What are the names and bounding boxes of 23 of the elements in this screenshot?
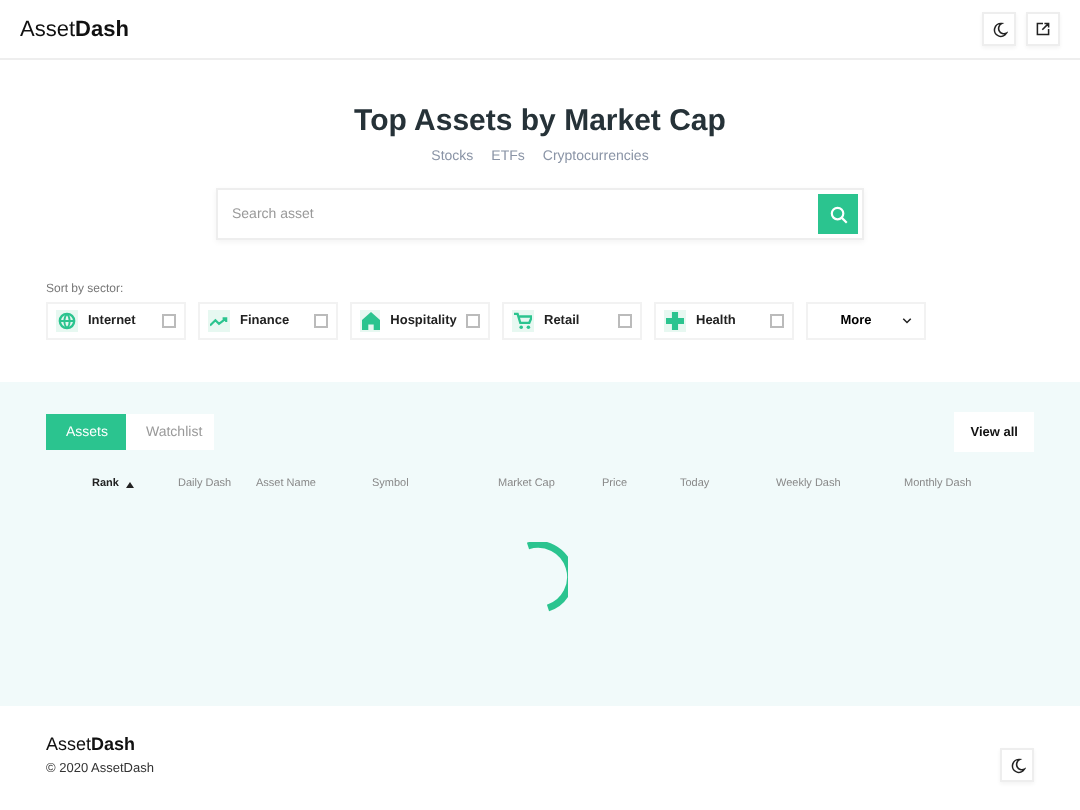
checkbox[interactable] <box>314 314 328 328</box>
theme-toggle-button[interactable] <box>982 12 1016 46</box>
checkbox[interactable] <box>618 314 632 328</box>
page-title: Top Assets by Market Cap <box>354 104 726 138</box>
footer-logo[interactable]: AssetDash <box>46 734 154 754</box>
checkbox[interactable] <box>466 314 480 328</box>
external-link-icon <box>1036 22 1050 36</box>
sort-up-icon <box>126 481 135 487</box>
house-icon <box>361 312 380 330</box>
trend-up-icon <box>210 315 228 327</box>
globe-icon <box>58 312 76 330</box>
share-button[interactable] <box>1026 12 1060 46</box>
checkbox[interactable] <box>770 314 784 328</box>
cart-icon <box>514 312 532 330</box>
search-button[interactable] <box>818 194 858 234</box>
plus-icon <box>666 312 684 330</box>
chevron-down-icon <box>902 318 912 324</box>
theme-toggle-button[interactable] <box>1000 748 1034 782</box>
logo[interactable]: AssetDash <box>20 17 129 41</box>
moon-icon <box>991 21 1007 37</box>
moon-icon <box>1009 757 1025 773</box>
search-icon <box>829 205 847 223</box>
checkbox[interactable] <box>162 314 176 328</box>
